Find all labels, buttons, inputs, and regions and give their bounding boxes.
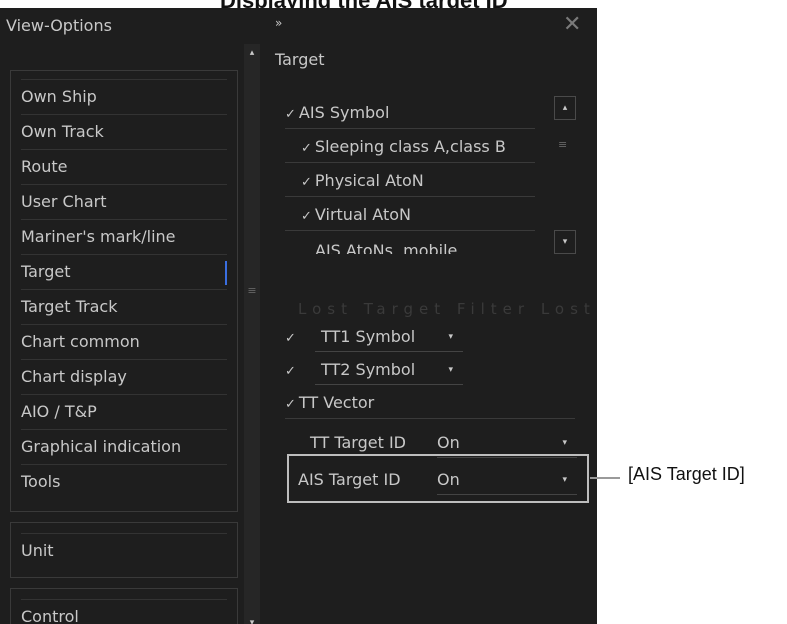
check-icon: ✓ — [285, 107, 296, 122]
tt-vector-checkbox[interactable]: ✓ TT Vector — [285, 388, 374, 418]
sleeping-class-label: Sleeping class A,class B — [314, 137, 506, 156]
check-icon: ✓ — [301, 209, 312, 224]
nav-item-aio-tp[interactable]: AIO / T&P — [21, 394, 227, 429]
list-scroll-grip-icon[interactable]: ≡ — [558, 138, 567, 151]
tt-vector-label: TT Vector — [298, 393, 375, 412]
ais-symbol-label: AIS Symbol — [298, 103, 390, 122]
physical-aton-label: Physical AtoN — [314, 171, 424, 190]
tt2-symbol-dropdown[interactable]: TT2 Symbol ▾ — [315, 355, 463, 385]
row-divider — [285, 196, 535, 197]
nav-item-own-track[interactable]: Own Track — [21, 114, 227, 149]
tt1-symbol-label: TT1 Symbol — [321, 327, 416, 346]
section-title: Target — [275, 50, 325, 69]
check-icon: ✓ — [285, 397, 296, 412]
nav-item-user-chart[interactable]: User Chart — [21, 184, 227, 219]
nav-item-chart-display[interactable]: Chart display — [21, 359, 227, 394]
check-icon: ✓ — [301, 141, 312, 156]
nav-item-route[interactable]: Route — [21, 149, 227, 184]
faded-row: Lost Target Filter Lost — [298, 300, 596, 318]
ais-symbol-checkbox[interactable]: ✓ AIS Symbol — [285, 98, 389, 128]
window-title: View-Options — [6, 16, 112, 35]
ais-atons-mobile-label: AIS AtoNs, mobile — [315, 241, 458, 254]
close-icon[interactable]: ✕ — [563, 12, 581, 37]
row-divider — [285, 162, 535, 163]
ais-list-scrollbar[interactable]: ▴ ≡ ▾ — [554, 96, 576, 254]
nav-item-graphical-indication[interactable]: Graphical indication — [21, 429, 227, 464]
row-divider — [285, 418, 575, 419]
list-scroll-down-icon[interactable]: ▾ — [554, 230, 576, 254]
nav-item-control[interactable]: Control — [21, 599, 227, 624]
chevron-down-icon: ▾ — [448, 332, 453, 342]
chevron-down-icon: ▾ — [448, 365, 453, 375]
nav-item-mariners-mark[interactable]: Mariner's mark/line — [21, 219, 227, 254]
tt-target-id-value: On — [437, 433, 460, 452]
scroll-up-icon[interactable]: ▴ — [244, 44, 260, 62]
tt1-symbol-row: ✓ TT1 Symbol ▾ — [285, 322, 463, 352]
callout-label: [AIS Target ID] — [628, 464, 745, 484]
nav-panel: Own Ship Own Track Route User Chart Mari… — [10, 70, 238, 512]
list-scroll-up-icon[interactable]: ▴ — [554, 96, 576, 120]
nav-item-target-track[interactable]: Target Track — [21, 289, 227, 324]
nav-item-target[interactable]: Target — [21, 254, 227, 289]
ais-symbol-list: ✓ AIS Symbol ✓ Sleeping class A,class B ✓ P… — [285, 88, 547, 254]
nav-item-chart-common[interactable]: Chart common — [21, 324, 227, 359]
tt1-checkbox-icon[interactable]: ✓ — [285, 331, 296, 346]
virtual-aton-label: Virtual AtoN — [314, 205, 411, 224]
view-options-window: View-Options » ✕ Own Ship Own Track Rout… — [0, 8, 597, 624]
sleeping-class-checkbox[interactable]: ✓ Sleeping class A,class B — [301, 132, 506, 162]
ais-atons-mobile-checkbox[interactable]: AIS AtoNs, mobile — [315, 236, 457, 254]
scroll-grip-icon[interactable]: ≡ — [246, 284, 258, 298]
tt1-symbol-dropdown[interactable]: TT1 Symbol ▾ — [315, 322, 463, 352]
row-divider — [285, 230, 535, 231]
nav-item-tools[interactable]: Tools — [21, 464, 227, 499]
tt2-symbol-row: ✓ TT2 Symbol ▾ — [285, 355, 463, 385]
row-divider — [285, 128, 535, 129]
tt2-symbol-label: TT2 Symbol — [321, 360, 416, 379]
nav-item-own-ship[interactable]: Own Ship — [21, 79, 227, 114]
control-panel: Control — [10, 588, 238, 624]
virtual-aton-checkbox[interactable]: ✓ Virtual AtoN — [301, 200, 411, 230]
check-icon: ✓ — [301, 175, 312, 190]
ais-target-id-highlight — [287, 454, 589, 503]
unit-panel: Unit — [10, 522, 238, 578]
callout-line — [590, 477, 620, 479]
tt2-checkbox-icon[interactable]: ✓ — [285, 364, 296, 379]
nav-item-unit[interactable]: Unit — [21, 533, 227, 568]
expand-icon[interactable]: » — [275, 16, 282, 30]
main-scrollbar[interactable]: ▴ ≡ ▾ — [244, 44, 260, 624]
scroll-down-icon[interactable]: ▾ — [244, 614, 260, 624]
physical-aton-checkbox[interactable]: ✓ Physical AtoN — [301, 166, 424, 196]
